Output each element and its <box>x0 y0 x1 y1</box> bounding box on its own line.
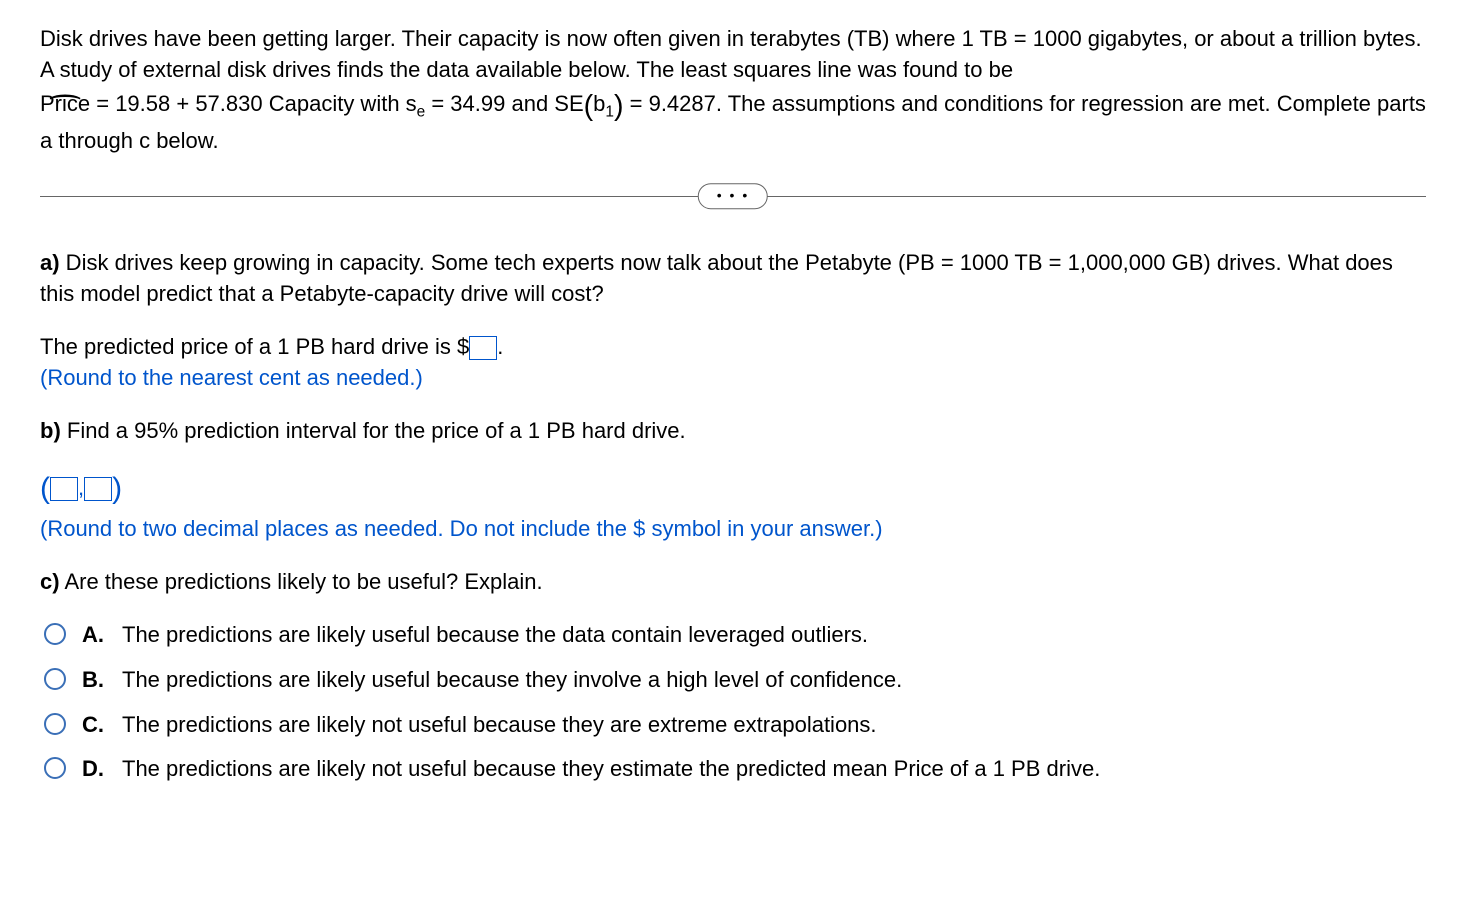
option-c-text: The predictions are likely not useful be… <box>122 710 1426 741</box>
close-paren: ) <box>614 90 624 122</box>
part-a-round-note: (Round to the nearest cent as needed.) <box>40 365 423 390</box>
part-b-round-note: (Round to two decimal places as needed. … <box>40 516 883 541</box>
interval-lower-input[interactable] <box>50 477 78 501</box>
option-c-row: C. The predictions are likely not useful… <box>40 710 1426 741</box>
predicted-prefix: The predicted price of a 1 PB hard drive… <box>40 334 469 359</box>
predicted-price-input[interactable] <box>469 336 497 360</box>
divider: • • • <box>40 184 1426 208</box>
part-a-label: a) <box>40 250 60 275</box>
part-b-label: b) <box>40 418 61 443</box>
intro-block: Disk drives have been getting larger. Th… <box>40 24 1426 156</box>
equation-sub-e: e <box>417 103 426 120</box>
interval-upper-input[interactable] <box>84 477 112 501</box>
price-hat: Price <box>40 89 90 120</box>
intro-line1: Disk drives have been getting larger. Th… <box>40 26 1422 82</box>
option-c-radio[interactable] <box>44 713 66 735</box>
option-c-letter: C. <box>82 710 106 741</box>
option-b-row: B. The predictions are likely useful bec… <box>40 665 1426 696</box>
option-b-text: The predictions are likely useful becaus… <box>122 665 1426 696</box>
options-list: A. The predictions are likely useful bec… <box>40 620 1426 785</box>
expand-button[interactable]: • • • <box>698 184 768 210</box>
option-a-text: The predictions are likely useful becaus… <box>122 620 1426 651</box>
open-paren: ( <box>584 90 594 122</box>
part-b-answer: (,) (Round to two decimal places as need… <box>40 468 1426 545</box>
option-a-letter: A. <box>82 620 106 651</box>
equation-pre: = 19.58 + 57.830 Capacity with s <box>90 91 417 116</box>
part-a-answer: The predicted price of a 1 PB hard drive… <box>40 332 1426 394</box>
part-a: a) Disk drives keep growing in capacity.… <box>40 248 1426 310</box>
part-b-text: Find a 95% prediction interval for the p… <box>61 418 686 443</box>
option-b-letter: B. <box>82 665 106 696</box>
predicted-suffix: . <box>497 334 503 359</box>
option-d-text: The predictions are likely not useful be… <box>122 754 1426 785</box>
interval-close: ) <box>112 472 122 505</box>
equation-mid: = 34.99 and SE <box>425 91 583 116</box>
option-a-radio[interactable] <box>44 623 66 645</box>
equation-b: b <box>593 91 605 116</box>
part-c-label: c) <box>40 569 60 594</box>
option-a-row: A. The predictions are likely useful bec… <box>40 620 1426 651</box>
option-d-radio[interactable] <box>44 757 66 779</box>
option-b-radio[interactable] <box>44 668 66 690</box>
option-d-letter: D. <box>82 754 106 785</box>
part-c: c) Are these predictions likely to be us… <box>40 567 1426 598</box>
option-d-row: D. The predictions are likely not useful… <box>40 754 1426 785</box>
part-b: b) Find a 95% prediction interval for th… <box>40 416 1426 447</box>
part-c-text: Are these predictions likely to be usefu… <box>60 569 543 594</box>
interval-open: ( <box>40 472 50 505</box>
part-a-text: Disk drives keep growing in capacity. So… <box>40 250 1393 306</box>
interval-row: (,) <box>40 468 1426 510</box>
equation-b-sub: 1 <box>605 103 614 120</box>
